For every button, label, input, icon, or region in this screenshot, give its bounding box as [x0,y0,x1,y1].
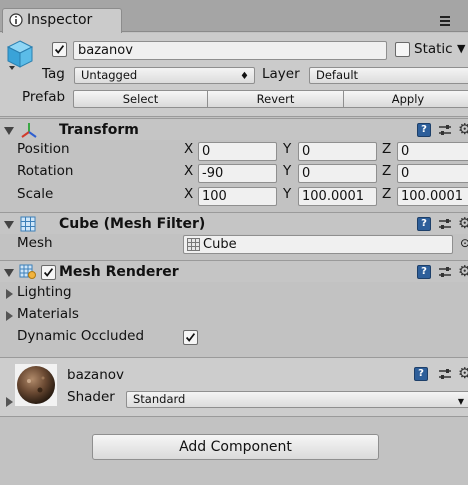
axis-x-label[interactable]: X [184,186,193,202]
preset-settings-icon[interactable] [438,367,452,381]
material-section: bazanov Shader Standard ▼ ? ⚙ [0,358,468,416]
axis-y-label[interactable]: Y [283,163,291,179]
section-divider [0,416,468,417]
mesh-filter-grid-icon [20,216,36,232]
axis-x-label[interactable]: X [184,163,193,179]
preset-settings-icon[interactable] [438,123,452,137]
foldout-expanded-icon[interactable] [4,127,14,135]
active-checkbox[interactable] [52,42,67,57]
mesh-value: Cube [203,237,237,252]
mesh-filter-title: Cube (Mesh Filter) [59,216,206,232]
foldout-expanded-icon[interactable] [4,269,14,277]
add-component-button[interactable]: Add Component [92,434,379,460]
checkmark-icon [54,45,65,54]
shader-dropdown[interactable]: Standard ▼ [126,391,468,408]
tag-label: Tag [42,66,65,82]
axis-z-label[interactable]: Z [382,163,391,179]
mesh-renderer-icon [19,264,36,279]
static-label: Static [414,41,453,57]
foldout-collapsed-icon[interactable] [6,397,13,407]
position-label: Position [17,141,70,157]
foldout-expanded-icon[interactable] [4,221,14,229]
help-icon[interactable]: ? [414,367,428,381]
rotation-label: Rotation [17,163,74,179]
object-picker-icon[interactable]: ⊙ [460,236,468,250]
mesh-object-field[interactable]: Cube [183,235,453,254]
gear-icon[interactable]: ⚙ [458,216,468,231]
preset-settings-icon[interactable] [438,265,452,279]
foldout-collapsed-icon [6,289,13,299]
rotation-x-field[interactable]: -90 [198,164,277,183]
scale-z-field[interactable]: 100.0001 [397,187,468,206]
help-icon[interactable]: ? [417,123,431,137]
gear-icon[interactable]: ⚙ [458,366,468,381]
gameobject-cube-icon[interactable] [6,39,34,73]
checkmark-icon [43,268,54,277]
axis-z-label[interactable]: Z [382,141,391,157]
tag-dropdown[interactable]: Untagged ♦ [74,67,255,84]
checkmark-icon [185,333,196,342]
preset-settings-icon[interactable] [438,217,452,231]
material-name: bazanov [67,367,125,383]
foldout-collapsed-icon [6,311,13,321]
shader-value: Standard [133,392,186,406]
tag-value: Untagged [81,68,138,82]
mesh-renderer-title: Mesh Renderer [59,264,179,280]
materials-label: Materials [17,306,79,322]
mesh-renderer-enabled-checkbox[interactable] [41,265,56,280]
info-icon [9,13,23,27]
prefab-select-button[interactable]: Select [73,90,208,108]
menu-icon[interactable] [440,16,450,27]
transform-axes-icon [21,123,37,138]
shader-label: Shader [67,389,115,405]
mesh-renderer-header[interactable]: Mesh Renderer ? ⚙ [0,260,468,282]
transform-title: Transform [59,122,139,138]
help-icon[interactable]: ? [417,217,431,231]
static-dropdown-arrow-icon[interactable]: ▼ [457,42,465,55]
dynamic-occluded-label: Dynamic Occluded [17,328,145,344]
layer-dropdown[interactable]: Default [309,67,468,84]
axis-y-label[interactable]: Y [283,141,291,157]
axis-y-label[interactable]: Y [283,186,291,202]
axis-z-label[interactable]: Z [382,186,391,202]
tab-strip: Inspector [0,0,468,33]
layer-value: Default [316,68,359,82]
gameobject-name-field[interactable]: bazanov [73,41,387,60]
layer-label: Layer [262,66,300,82]
gameobject-header: bazanov Static ▼ Tag Untagged ♦ Layer De… [0,33,468,117]
prefab-label: Prefab [22,89,66,105]
scale-label: Scale [17,186,54,202]
scale-y-field[interactable]: 100.0001 [298,187,377,206]
gear-icon[interactable]: ⚙ [458,122,468,137]
transform-header[interactable]: Transform ? ⚙ [0,118,468,140]
updown-arrow-icon: ♦ [240,71,249,82]
mesh-filter-header[interactable]: Cube (Mesh Filter) ? ⚙ [0,212,468,234]
mesh-grid-icon [187,238,200,251]
gear-icon[interactable]: ⚙ [458,264,468,279]
materials-foldout[interactable]: Materials [4,306,204,326]
tab-label: Inspector [27,12,93,28]
static-checkbox[interactable] [395,42,410,57]
position-x-field[interactable]: 0 [198,142,277,161]
dropdown-arrow-icon: ▼ [457,397,464,406]
scale-x-field[interactable]: 100 [198,187,277,206]
help-icon[interactable]: ? [417,265,431,279]
dynamic-occluded-checkbox[interactable] [183,330,198,345]
material-preview-sphere[interactable] [15,364,57,406]
axis-x-label[interactable]: X [184,141,193,157]
prefab-revert-button[interactable]: Revert [207,90,344,108]
position-y-field[interactable]: 0 [298,142,377,161]
lighting-foldout[interactable]: Lighting [4,284,204,304]
mesh-label: Mesh [17,235,53,251]
tab-inspector[interactable]: Inspector [2,8,122,33]
position-z-field[interactable]: 0 [397,142,468,161]
rotation-y-field[interactable]: 0 [298,164,377,183]
rotation-z-field[interactable]: 0 [397,164,468,183]
lighting-label: Lighting [17,284,72,300]
prefab-apply-button[interactable]: Apply [343,90,468,108]
